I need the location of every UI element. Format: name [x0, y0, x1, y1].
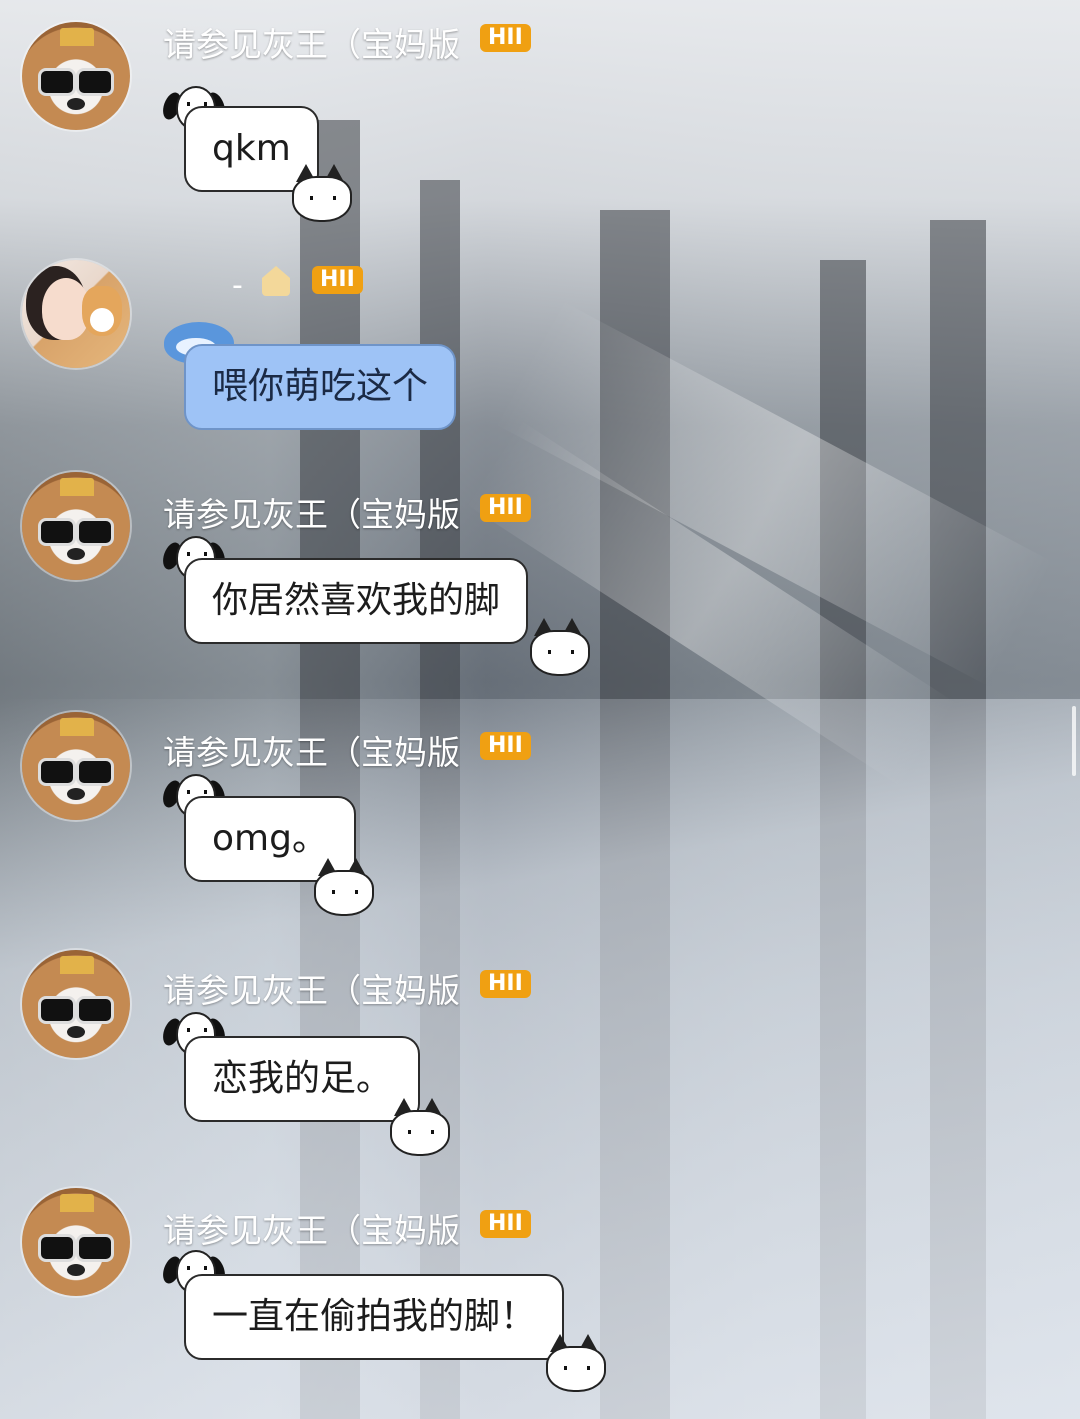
level-badge: HII — [480, 970, 531, 998]
sender-name[interactable]: 请参见灰王（宝妈版 — [163, 488, 460, 536]
message-bubble[interactable]: 恋我的足。 — [184, 1036, 421, 1122]
level-badge: HII — [480, 24, 531, 52]
cat-sticker-icon — [542, 1332, 606, 1392]
cat-sticker-icon — [386, 1096, 450, 1156]
cat-sticker-icon — [310, 856, 374, 916]
level-badge: HII — [480, 494, 531, 522]
sender-name[interactable]: 请参见灰王（宝妈版 — [163, 18, 460, 66]
sender-name[interactable]: 请参见灰王（宝妈版 — [163, 726, 460, 774]
scrollbar[interactable] — [1072, 706, 1076, 776]
dog-sunglasses-avatar[interactable] — [22, 950, 130, 1058]
message-bubble[interactable]: 喂你萌吃这个 — [184, 344, 457, 430]
dog-sunglasses-avatar[interactable] — [22, 1188, 130, 1296]
girl-with-dog-avatar[interactable] — [22, 260, 130, 368]
level-badge: HII — [480, 1210, 531, 1238]
level-badge: HII — [312, 266, 363, 294]
message-bubble[interactable]: 你居然喜欢我的脚 — [184, 558, 529, 644]
message-bubble[interactable]: 一直在偷拍我的脚！ — [184, 1274, 565, 1360]
snowy-forest-background — [0, 0, 1080, 1419]
level-badge: HII — [480, 732, 531, 760]
sender-name[interactable]: 请参见灰王（宝妈版 — [163, 1204, 460, 1252]
dog-sunglasses-avatar[interactable] — [22, 22, 130, 130]
cat-sticker-icon — [288, 162, 352, 222]
sender-name[interactable]: 请参见灰王（宝妈版 — [163, 964, 460, 1012]
cat-sticker-icon — [526, 616, 590, 676]
sender-name[interactable]: - — [232, 268, 243, 303]
dog-sunglasses-avatar[interactable] — [22, 712, 130, 820]
dog-sunglasses-avatar[interactable] — [22, 472, 130, 580]
